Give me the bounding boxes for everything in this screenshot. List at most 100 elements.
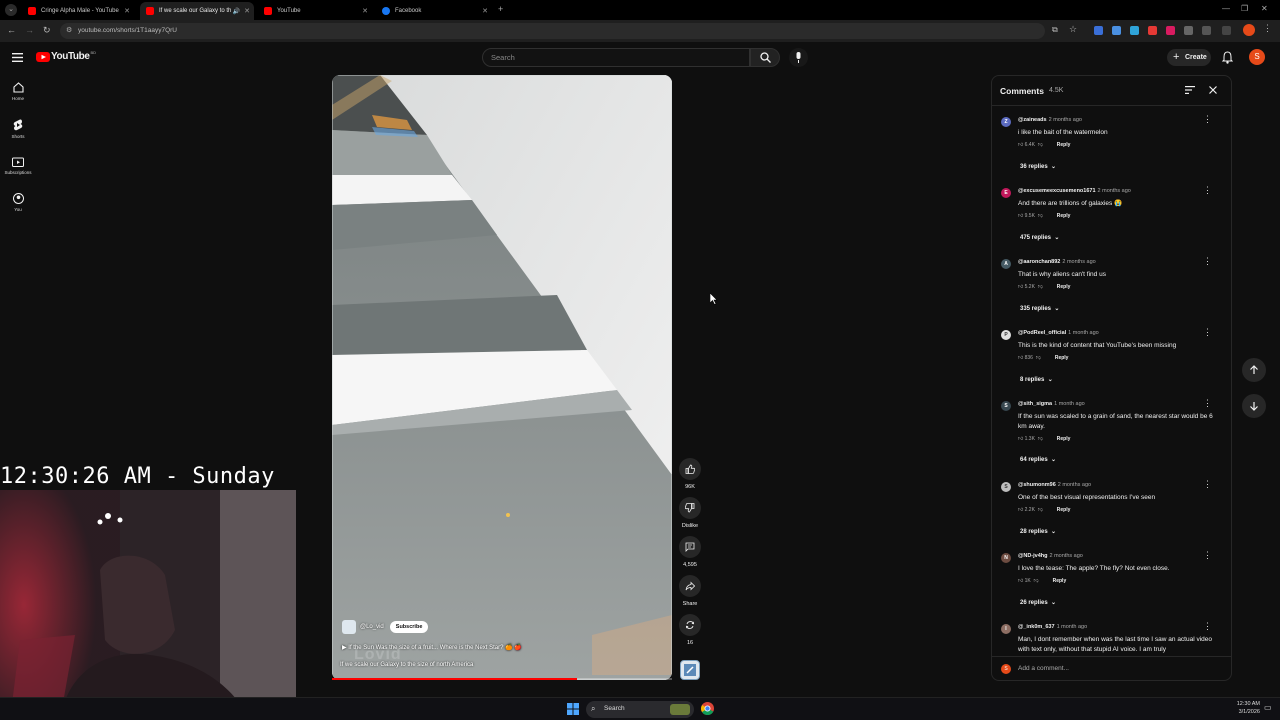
comment-author-handle[interactable]: @PodReel_official (1018, 330, 1066, 336)
sidebar-item-shorts[interactable]: Shorts (0, 119, 36, 139)
thumbs-up-icon[interactable]: 👍︎ (1018, 507, 1023, 513)
thumbs-down-icon[interactable]: 👎︎ (1036, 355, 1041, 361)
side-panel-icon[interactable] (1222, 26, 1231, 35)
tab-3[interactable]: YouTube ✕ (258, 2, 372, 20)
extension-icon[interactable] (1130, 26, 1139, 35)
tab-1[interactable]: Cringe Alpha Male - YouTube ✕ (22, 2, 134, 20)
create-button[interactable]: + Create (1167, 49, 1211, 66)
like-button[interactable]: 96K (679, 458, 701, 490)
tab-2-active[interactable]: If we scale our Galaxy to th 🔊 ✕ (140, 2, 254, 20)
restore-icon[interactable]: ❐ (1241, 4, 1248, 13)
remix-button[interactable]: 16 (679, 614, 701, 646)
video-progress-bar[interactable] (332, 678, 672, 680)
search-button[interactable] (750, 48, 780, 67)
windows-start-icon[interactable] (567, 703, 579, 715)
taskbar-time[interactable]: 12:30 AM (1224, 701, 1260, 707)
view-replies-button[interactable]: 475 replies ⌄ (1020, 234, 1059, 242)
extension-icon[interactable] (1112, 26, 1121, 35)
comment-author-handle[interactable]: @_ink0m_637 (1018, 624, 1055, 630)
forward-icon[interactable]: → (25, 25, 34, 35)
comment-author[interactable]: @aaronchan892 2 months ago (1018, 259, 1096, 265)
reply-button[interactable]: Reply (1055, 355, 1069, 361)
reply-button[interactable]: Reply (1057, 213, 1071, 219)
comment-more-icon[interactable]: ⋮ (1203, 479, 1212, 490)
comment-more-icon[interactable]: ⋮ (1203, 327, 1212, 338)
reply-button[interactable]: Reply (1057, 284, 1071, 290)
comment-more-icon[interactable]: ⋮ (1203, 621, 1212, 632)
hamburger-menu-icon[interactable] (12, 53, 23, 62)
comment-author[interactable]: @zaineads 2 months ago (1018, 117, 1082, 123)
view-replies-button[interactable]: 28 replies ⌄ (1020, 528, 1056, 536)
voice-search-button[interactable] (789, 48, 808, 67)
comment-more-icon[interactable]: ⋮ (1203, 256, 1212, 267)
comment-more-icon[interactable]: ⋮ (1203, 185, 1212, 196)
reply-button[interactable]: Reply (1053, 578, 1067, 584)
dislike-button[interactable]: Dislike (679, 497, 701, 529)
profile-avatar-icon[interactable] (1243, 24, 1255, 36)
previous-short-button[interactable] (1242, 358, 1266, 382)
thumbs-up-icon[interactable]: 👍︎ (1018, 213, 1023, 219)
share-button[interactable]: Share (679, 575, 701, 607)
close-tab-icon[interactable]: ✕ (482, 7, 488, 15)
comment-author-handle[interactable]: @ND-jv4hg (1018, 553, 1048, 559)
thumbs-up-icon[interactable]: 👍︎ (1018, 355, 1023, 361)
related-playlist-link[interactable]: ▶ If the Sun Was the size of a fruit... … (342, 644, 522, 651)
view-replies-button[interactable]: 36 replies ⌄ (1020, 163, 1056, 171)
taskbar-search[interactable]: ⌕ Search (586, 701, 694, 718)
comment-more-icon[interactable]: ⋮ (1203, 398, 1212, 409)
browser-menu-icon[interactable]: ⋮ (1263, 23, 1272, 34)
close-tab-icon[interactable]: ✕ (244, 7, 250, 15)
sidebar-item-subscriptions[interactable]: Subscriptions (0, 156, 36, 175)
taskbar-date[interactable]: 3/1/2026 (1224, 709, 1260, 715)
site-info-icon[interactable]: ⚙ (66, 23, 72, 39)
view-replies-button[interactable]: 26 replies ⌄ (1020, 599, 1056, 607)
comment-author-handle[interactable]: @shumonm96 (1018, 482, 1056, 488)
notifications-bell-icon[interactable] (1222, 51, 1233, 64)
channel-avatar[interactable] (342, 620, 356, 634)
bookmark-star-icon[interactable]: ☆ (1069, 24, 1077, 35)
extension-icon[interactable] (1184, 26, 1193, 35)
tab-4[interactable]: Facebook ✕ (376, 2, 492, 20)
thumbs-down-icon[interactable]: 👎︎ (1038, 213, 1043, 219)
youtube-logo[interactable]: YouTube BD (36, 50, 96, 62)
notification-center-icon[interactable]: ▭ (1264, 703, 1272, 712)
sound-thumbnail[interactable] (680, 660, 700, 680)
comment-author-handle[interactable]: @aaronchan892 (1018, 259, 1060, 265)
close-comments-icon[interactable] (1209, 86, 1217, 94)
comment-author[interactable]: @ND-jv4hg 2 months ago (1018, 553, 1083, 559)
comment-author[interactable]: @sith_sigma 1 month ago (1018, 401, 1085, 407)
extension-icon[interactable] (1094, 26, 1103, 35)
reload-icon[interactable]: ↻ (43, 25, 51, 36)
reply-button[interactable]: Reply (1057, 436, 1071, 442)
video-title[interactable]: If we scale our Galaxy to the size of no… (340, 662, 473, 668)
chrome-icon[interactable] (701, 702, 714, 715)
comment-avatar[interactable]: N (1001, 553, 1011, 563)
add-comment-input[interactable]: Add a comment... (1018, 665, 1069, 672)
close-tab-icon[interactable]: ✕ (362, 7, 368, 15)
comment-author-handle[interactable]: @zaineads (1018, 117, 1047, 123)
thumbs-down-icon[interactable]: 👎︎ (1038, 284, 1043, 290)
comment-avatar[interactable]: S (1001, 482, 1011, 492)
close-window-icon[interactable]: ✕ (1261, 4, 1268, 13)
extensions-puzzle-icon[interactable] (1202, 26, 1211, 35)
view-replies-button[interactable]: 64 replies ⌄ (1020, 456, 1056, 464)
view-replies-button[interactable]: 8 replies ⌄ (1020, 376, 1053, 384)
reply-button[interactable]: Reply (1057, 507, 1071, 513)
shorts-video-player[interactable]: Lovid @Lo_vid Subscribe ▶ If the Sun Was… (332, 75, 672, 680)
sidebar-item-home[interactable]: Home (0, 82, 36, 101)
extension-icon[interactable] (1148, 26, 1157, 35)
thumbs-up-icon[interactable]: 👍︎ (1018, 142, 1023, 148)
new-tab-icon[interactable]: + (498, 4, 503, 14)
thumbs-up-icon[interactable]: 👍︎ (1018, 578, 1023, 584)
speaker-icon[interactable]: 🔊 (233, 8, 240, 15)
reply-button[interactable]: Reply (1057, 142, 1071, 148)
close-tab-icon[interactable]: ✕ (124, 7, 130, 15)
comment-author[interactable]: @_ink0m_637 1 month ago (1018, 624, 1087, 630)
account-avatar[interactable]: S (1249, 49, 1265, 65)
thumbs-down-icon[interactable]: 👎︎ (1038, 142, 1043, 148)
comment-more-icon[interactable]: ⋮ (1203, 114, 1212, 125)
comments-button[interactable]: 4,595 (679, 536, 701, 568)
view-replies-button[interactable]: 335 replies ⌄ (1020, 305, 1059, 313)
next-short-button[interactable] (1242, 394, 1266, 418)
comment-avatar[interactable]: A (1001, 259, 1011, 269)
